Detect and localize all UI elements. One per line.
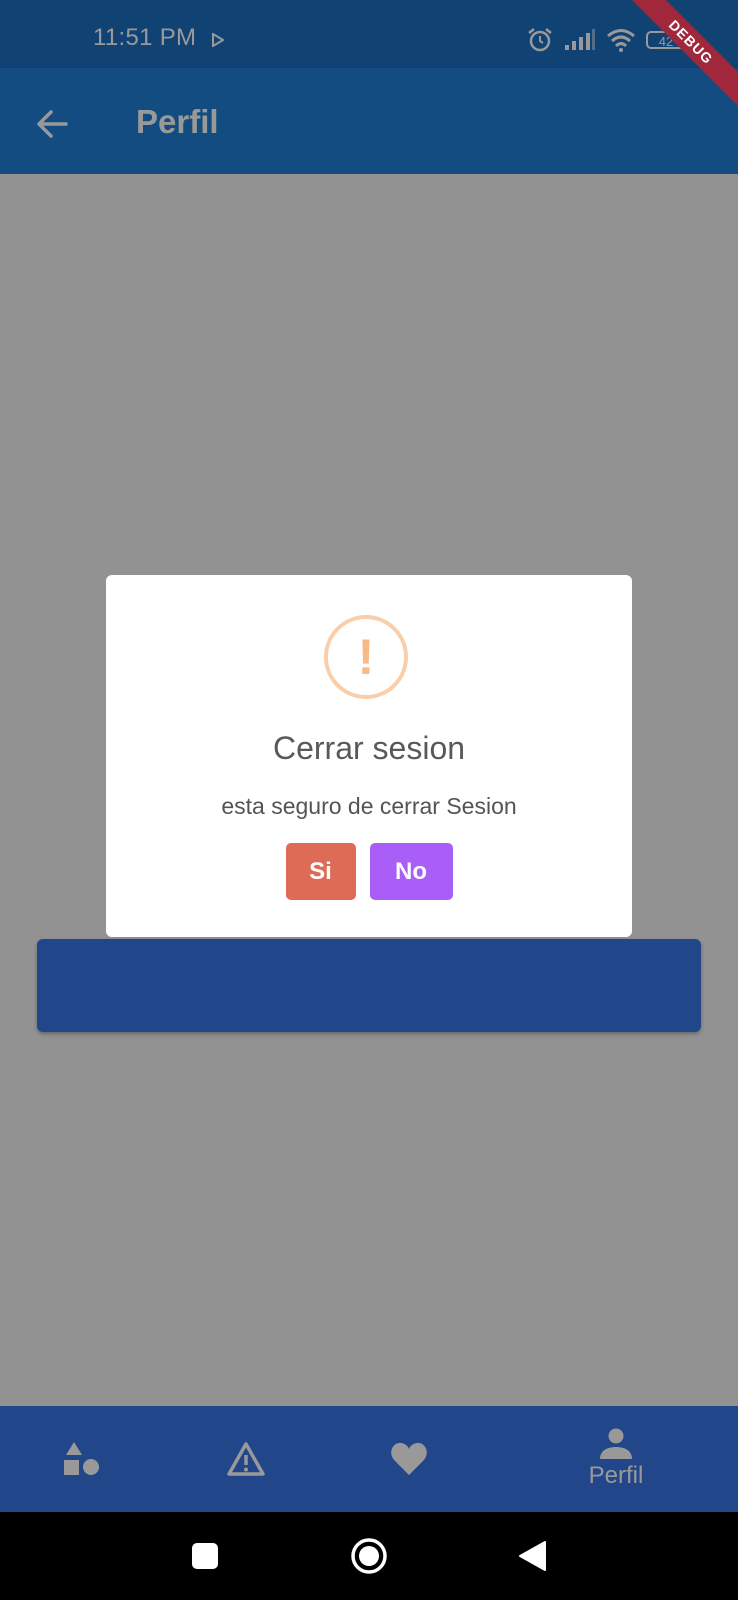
back-icon: [519, 1541, 546, 1571]
home-button[interactable]: [329, 1512, 409, 1600]
dialog-title: Cerrar sesion: [272, 730, 466, 766]
home-icon: [351, 1538, 387, 1574]
dialog-message: esta seguro de cerrar Sesion: [221, 793, 517, 819]
recents-button[interactable]: [165, 1512, 245, 1600]
confirm-button[interactable]: Si: [285, 843, 356, 900]
system-back-button[interactable]: [492, 1512, 572, 1600]
cancel-button[interactable]: No: [369, 843, 453, 900]
warning-icon: !: [324, 615, 408, 699]
recents-icon: [192, 1543, 218, 1569]
system-nav-bar: [0, 1512, 738, 1600]
logout-dialog: ! Cerrar sesion esta seguro de cerrar Se…: [106, 575, 632, 937]
dialog-actions: Si No: [106, 843, 632, 900]
